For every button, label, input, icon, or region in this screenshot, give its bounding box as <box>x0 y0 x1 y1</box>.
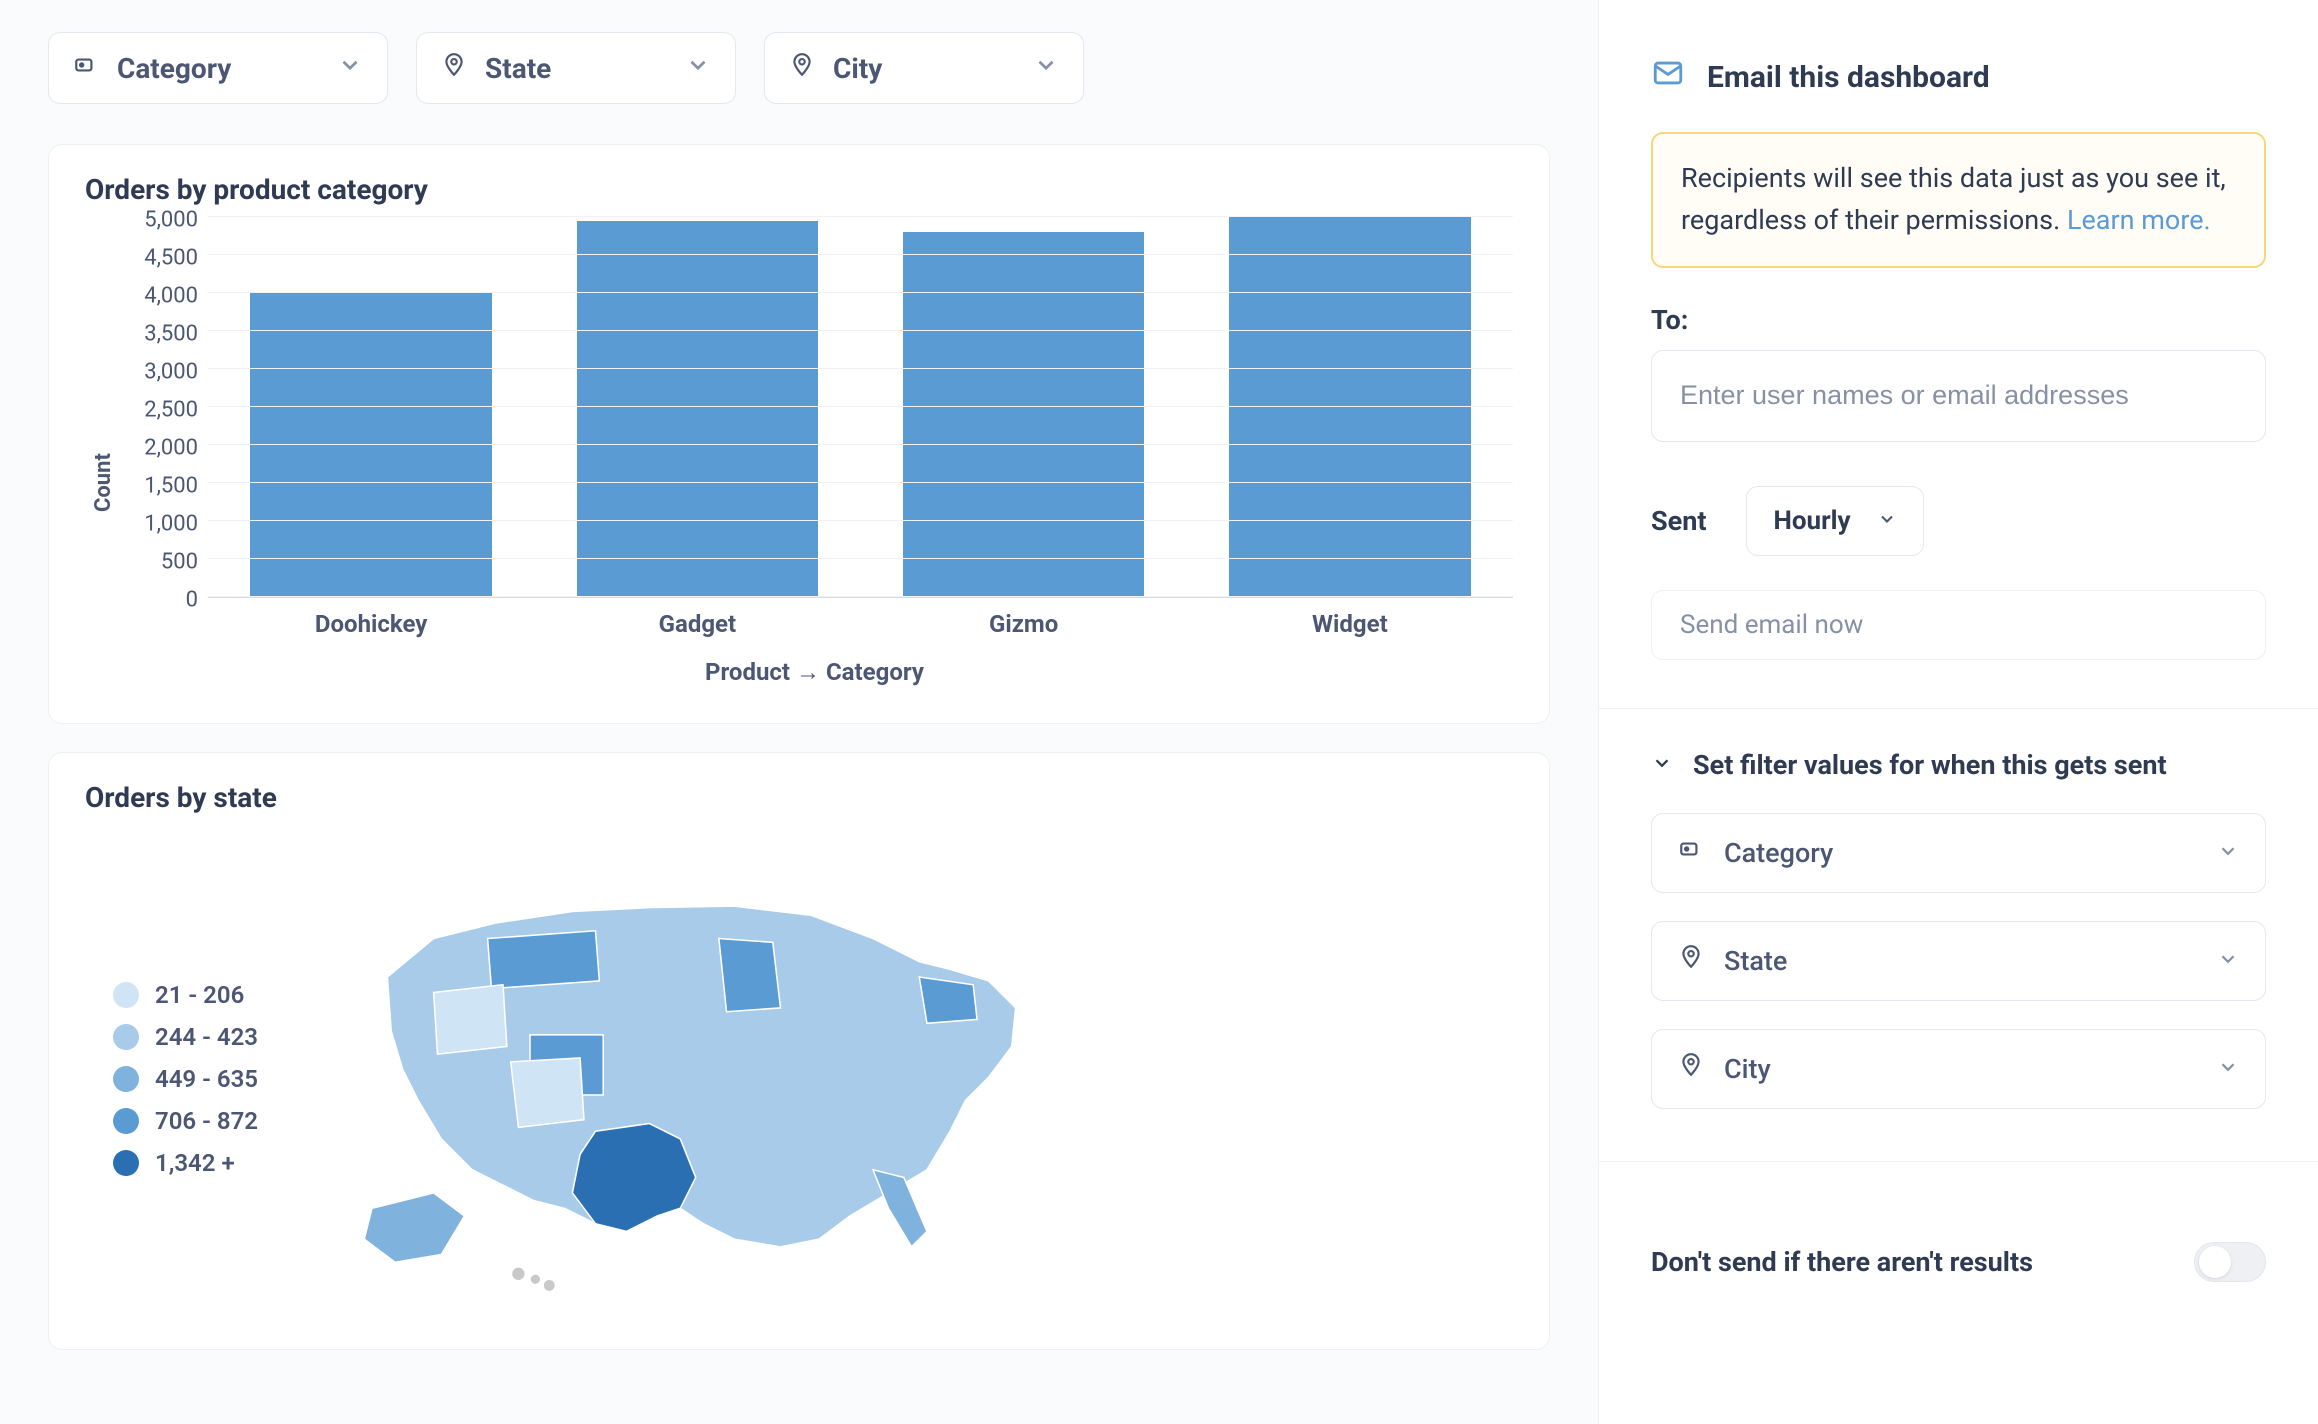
legend-swatch <box>113 1150 139 1176</box>
chevron-down-icon <box>2217 945 2239 977</box>
chart-ytick: 500 <box>161 550 198 575</box>
email-sidebar: Email this dashboard Recipients will see… <box>1598 0 2318 1424</box>
chart-xtick: Gadget <box>534 610 860 638</box>
chart-bar <box>250 293 491 597</box>
chart-ytick: 1,000 <box>144 512 198 537</box>
filter-label: City <box>833 52 882 85</box>
chart-bar <box>903 232 1144 597</box>
sidebar-title-row: Email this dashboard <box>1651 56 2266 98</box>
chart-ytick: 3,500 <box>144 322 198 347</box>
frequency-value: Hourly <box>1773 506 1850 536</box>
dashboard-filter-row: Category State <box>48 32 1550 104</box>
us-map <box>318 846 1058 1313</box>
side-filter-label: City <box>1724 1053 1771 1085</box>
send-email-now-button[interactable]: Send email now <box>1651 590 2266 660</box>
legend-swatch <box>113 1066 139 1092</box>
pin-icon <box>1678 944 1704 977</box>
side-filter-city[interactable]: City <box>1651 1029 2266 1109</box>
legend-swatch <box>113 1024 139 1050</box>
card-title: Orders by state <box>85 781 1513 814</box>
permissions-notice: Recipients will see this data just as yo… <box>1651 132 2266 268</box>
side-filter-state[interactable]: State <box>1651 921 2266 1001</box>
learn-more-link[interactable]: Learn more. <box>2067 204 2211 236</box>
tag-icon <box>1678 836 1704 869</box>
legend-swatch <box>113 982 139 1008</box>
filter-city[interactable]: City <box>764 32 1084 104</box>
dont-send-toggle[interactable] <box>2194 1242 2266 1282</box>
pin-icon <box>789 52 815 85</box>
card-orders-by-state: Orders by state 21 - 206 244 - 423 449 - 6… <box>48 752 1550 1350</box>
sent-label: Sent <box>1651 505 1706 537</box>
chart-xtick: Gizmo <box>861 610 1187 638</box>
chart-bar <box>577 221 818 597</box>
chart-ytick: 4,000 <box>144 284 198 309</box>
chart-ytick: 1,500 <box>144 474 198 499</box>
chart-xlabel: Product → Category <box>116 658 1513 687</box>
legend-item: 449 - 635 <box>113 1065 258 1093</box>
to-label: To: <box>1651 304 2266 336</box>
filter-section-title: Set filter values for when this gets sen… <box>1693 749 2167 781</box>
tag-icon <box>73 52 99 85</box>
bar-chart: 05001,0001,5002,0002,5003,0003,5004,0004… <box>116 218 1513 598</box>
chevron-down-icon <box>2217 837 2239 869</box>
divider <box>1599 708 2318 709</box>
legend-item: 706 - 872 <box>113 1107 258 1135</box>
chevron-down-icon <box>1877 506 1897 536</box>
legend-label: 244 - 423 <box>155 1023 258 1051</box>
chevron-down-icon <box>1033 52 1059 85</box>
sidebar-title: Email this dashboard <box>1707 60 1990 95</box>
chart-xtick: Widget <box>1187 610 1513 638</box>
filter-label: State <box>485 52 551 85</box>
chart-ytick: 2,500 <box>144 398 198 423</box>
side-filter-category[interactable]: Category <box>1651 813 2266 893</box>
card-title: Orders by product category <box>85 173 1513 206</box>
filter-label: Category <box>117 52 231 85</box>
filter-category[interactable]: Category <box>48 32 388 104</box>
side-filter-label: Category <box>1724 837 1833 869</box>
frequency-select[interactable]: Hourly <box>1746 486 1923 556</box>
legend-label: 449 - 635 <box>155 1065 258 1093</box>
chart-bar <box>1229 217 1470 597</box>
chevron-down-icon <box>1651 749 1673 781</box>
legend-item: 21 - 206 <box>113 981 258 1009</box>
dont-send-label: Don't send if there aren't results <box>1651 1246 2033 1278</box>
pin-icon <box>1678 1052 1704 1085</box>
divider <box>1599 1161 2318 1162</box>
legend-swatch <box>113 1108 139 1134</box>
legend-label: 706 - 872 <box>155 1107 258 1135</box>
main-content: Category State <box>0 0 1598 1424</box>
chart-ytick: 5,000 <box>144 208 198 233</box>
legend-item: 244 - 423 <box>113 1023 258 1051</box>
chevron-down-icon <box>337 52 363 85</box>
mail-icon <box>1651 56 1685 98</box>
legend-label: 1,342 + <box>155 1149 235 1177</box>
chart-ytick: 2,000 <box>144 436 198 461</box>
pin-icon <box>441 52 467 85</box>
chevron-down-icon <box>2217 1053 2239 1085</box>
chevron-down-icon <box>685 52 711 85</box>
chart-xtick: Doohickey <box>208 610 534 638</box>
chart-ytick: 3,000 <box>144 360 198 385</box>
side-filter-label: State <box>1724 945 1787 977</box>
legend-label: 21 - 206 <box>155 981 244 1009</box>
chart-ytick: 4,500 <box>144 246 198 271</box>
recipients-input[interactable] <box>1651 350 2266 442</box>
chart-ytick: 0 <box>186 588 198 613</box>
filter-state[interactable]: State <box>416 32 736 104</box>
chart-ylabel: Count <box>85 218 116 687</box>
map-legend: 21 - 206 244 - 423 449 - 635 706 - 872 1,342… <box>113 981 258 1177</box>
card-orders-by-category: Orders by product category Count 0 500 1,0… <box>48 144 1550 724</box>
legend-item: 1,342 + <box>113 1149 258 1177</box>
filter-section-toggle[interactable]: Set filter values for when this gets sen… <box>1651 749 2266 781</box>
